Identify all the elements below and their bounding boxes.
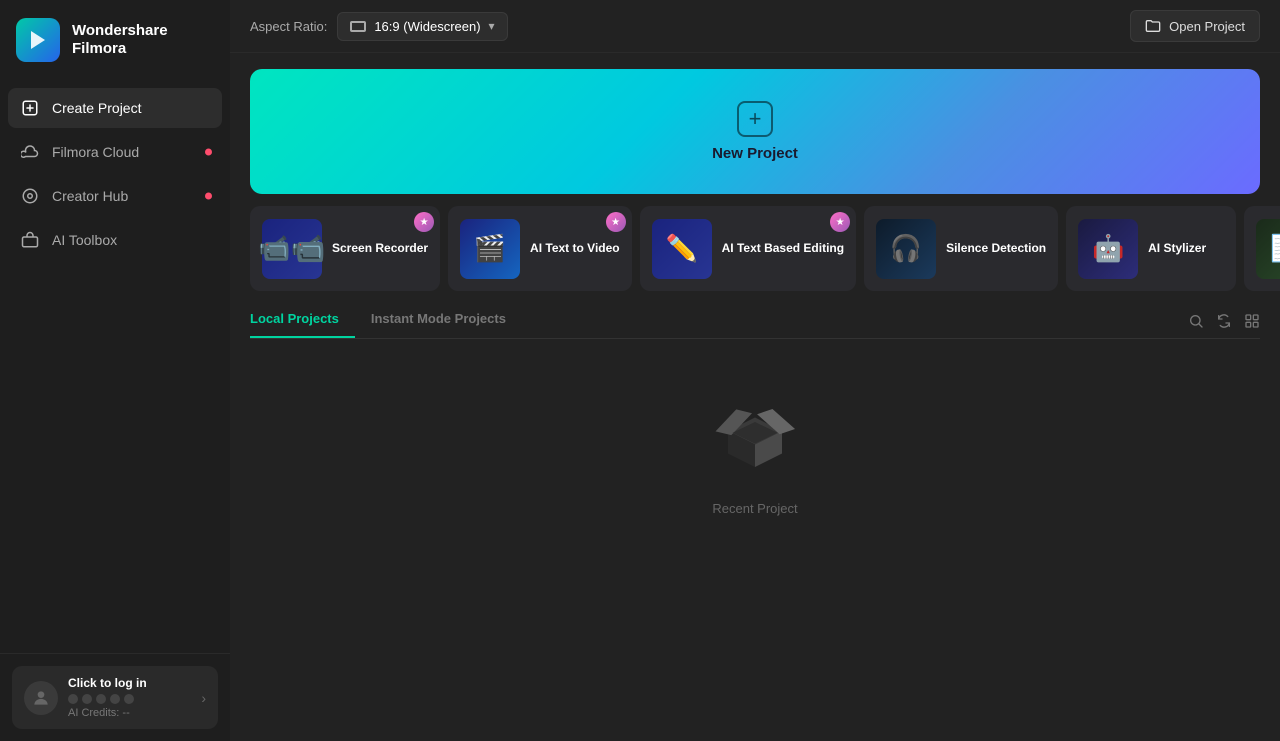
silence-detection-visual: 🎧 [876,219,936,279]
avatar [24,681,58,715]
badge-star-icon: ★ [420,217,429,228]
tool-card-ai-copywriter[interactable]: 📝 AI Copywri... [1244,206,1280,291]
silence-detection-icon: 🎧 [890,233,922,264]
tool-badge: ★ [606,212,626,232]
grid-view-icon[interactable] [1244,313,1260,329]
cloud-icon [20,142,40,162]
ai-copywriter-icon: 📝 [1270,233,1280,264]
tool-card-label: Silence Detection [946,241,1046,257]
main-content: Aspect Ratio: 16:9 (Widescreen) ▾ Open P… [230,0,1280,741]
screen-recorder-visual: 📹 [262,219,322,279]
credits-dots [68,694,191,704]
credits-text: AI Credits: -- [68,707,191,719]
tool-card-ai-text-based-editing[interactable]: ✏️ AI Text Based Editing ★ [640,206,856,291]
sidebar: Wondershare Filmora Create Project Filmo… [0,0,230,741]
empty-box-icon [710,395,800,485]
text-to-video-visual: 🎬 [460,219,520,279]
tool-card-label: AI Text Based Editing [722,241,844,257]
text-editing-visual: ✏️ [652,219,712,279]
ai-toolbox-icon [20,230,40,250]
notification-dot [205,149,212,156]
credit-dot-3 [96,694,106,704]
credit-dot-5 [124,694,134,704]
badge-star-icon: ★ [836,217,845,228]
screen-recorder-icon: 📹 [258,233,290,264]
sidebar-item-create-project[interactable]: Create Project [8,88,222,128]
sidebar-item-label: Create Project [52,100,141,116]
login-card[interactable]: Click to log in AI Credits: -- › [12,666,218,729]
projects-tabs: Local Projects Instant Mode Projects [250,303,1260,339]
badge-star-icon: ★ [611,217,620,228]
creator-hub-icon [20,186,40,206]
ai-stylizer-visual: 🤖 [1078,219,1138,279]
tool-card-label: AI Stylizer [1148,241,1206,257]
open-project-button[interactable]: Open Project [1130,10,1260,42]
credit-dot-1 [68,694,78,704]
open-project-label: Open Project [1169,19,1245,34]
ai-copywriter-visual: 📝 [1256,219,1280,279]
new-project-plus-icon: + [737,101,773,137]
aspect-ratio-label: Aspect Ratio: [250,19,327,34]
credit-dot-2 [82,694,92,704]
tools-row: 📹 Screen Recorder ★ 🎬 AI Text to Video ★… [230,194,1280,303]
tool-card-ai-text-to-video[interactable]: 🎬 AI Text to Video ★ [448,206,632,291]
aspect-ratio-value: 16:9 (Widescreen) [374,19,480,34]
sidebar-item-label: Creator Hub [52,188,128,204]
create-project-icon [20,98,40,118]
sidebar-footer: Click to log in AI Credits: -- › [0,653,230,741]
refresh-icon[interactable] [1216,313,1232,329]
new-project-banner[interactable]: + New Project [250,69,1260,194]
sidebar-item-label: AI Toolbox [52,232,117,248]
empty-state: Recent Project [250,355,1260,556]
aspect-ratio-group: Aspect Ratio: 16:9 (Widescreen) ▾ [250,12,508,41]
tab-actions [1188,313,1260,329]
chevron-right-icon: › [201,690,206,706]
text-editing-icon: ✏️ [665,233,697,264]
login-title: Click to log in [68,676,191,690]
new-project-label: New Project [712,145,798,162]
ai-stylizer-icon: 🤖 [1092,233,1124,264]
sidebar-item-creator-hub[interactable]: Creator Hub [8,176,222,216]
tool-card-label: AI Text to Video [530,241,620,257]
folder-icon [1145,18,1161,34]
logo-area: Wondershare Filmora [0,0,230,80]
tool-badge: ★ [414,212,434,232]
app-name: Wondershare Filmora [72,22,168,58]
tool-card-silence-detection[interactable]: 🎧 Silence Detection [864,206,1058,291]
login-info: Click to log in AI Credits: -- [68,676,191,719]
tool-card-label: Screen Recorder [332,241,428,257]
chevron-down-icon: ▾ [489,19,495,33]
topbar: Aspect Ratio: 16:9 (Widescreen) ▾ Open P… [230,0,1280,53]
search-icon[interactable] [1188,313,1204,329]
projects-section: Local Projects Instant Mode Projects [230,303,1280,741]
app-logo-icon [16,18,60,62]
notification-dot [205,193,212,200]
tab-local-projects[interactable]: Local Projects [250,303,355,338]
tool-card-screen-recorder[interactable]: 📹 Screen Recorder ★ [250,206,440,291]
tab-instant-mode[interactable]: Instant Mode Projects [371,303,522,338]
empty-state-text: Recent Project [712,501,797,516]
aspect-ratio-select[interactable]: 16:9 (Widescreen) ▾ [337,12,507,41]
sidebar-item-ai-toolbox[interactable]: AI Toolbox [8,220,222,260]
sidebar-navigation: Create Project Filmora Cloud Creator Hub [0,80,230,653]
sidebar-item-label: Filmora Cloud [52,144,139,160]
text-to-video-icon: 🎬 [474,233,506,264]
credit-dot-4 [110,694,120,704]
tool-card-ai-stylizer[interactable]: 🤖 AI Stylizer [1066,206,1236,291]
tool-badge: ★ [830,212,850,232]
aspect-icon [350,21,366,32]
sidebar-item-filmora-cloud[interactable]: Filmora Cloud [8,132,222,172]
